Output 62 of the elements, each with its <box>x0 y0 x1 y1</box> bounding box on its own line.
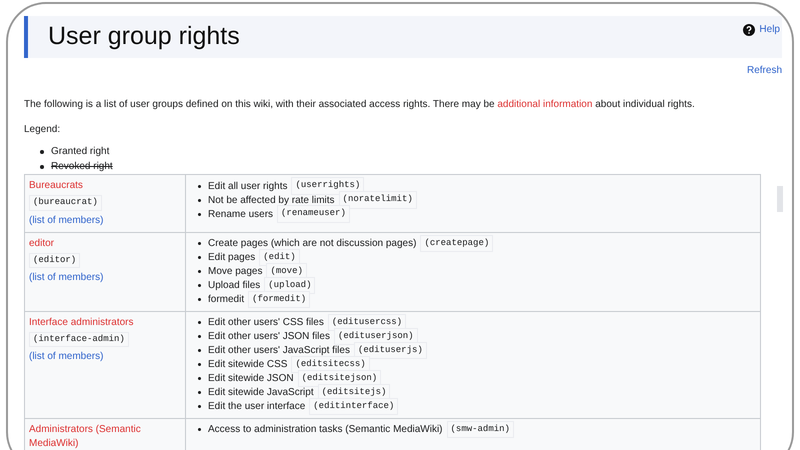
help-icon <box>743 24 756 36</box>
right-text: formedit <box>208 293 244 307</box>
legend-label: Legend: <box>24 123 62 137</box>
group-link[interactable]: Administrators (Semantic MediaWiki) <box>29 422 181 450</box>
page-title: User group rights <box>48 21 240 52</box>
right-text: Edit the user interface <box>208 400 306 414</box>
members-link[interactable]: (list of members) <box>29 212 104 228</box>
refresh-link[interactable]: Refresh <box>746 63 782 78</box>
members-link[interactable]: (list of members) <box>29 270 104 285</box>
right-text: Rename users <box>208 208 274 222</box>
bullet-icon <box>198 363 201 366</box>
right-text: Access to administration tasks (Semantic MediaWiki) <box>208 423 443 437</box>
right-code: (createpage) <box>420 234 494 252</box>
group-code: (interface-admin) <box>29 332 129 347</box>
right-text: Edit other users' CSS files <box>208 316 324 330</box>
bullet-icon <box>198 284 201 287</box>
right-code: (smw-admin) <box>446 420 514 438</box>
bullet-icon <box>198 377 201 380</box>
group-code: (editor) <box>29 252 80 268</box>
legend-item: Revoked right <box>51 160 113 174</box>
legend-item: Granted right <box>51 145 110 159</box>
bullet-icon <box>198 198 201 202</box>
group-link[interactable]: Bureaucrats <box>29 179 83 193</box>
help-link[interactable]: Help <box>743 22 780 37</box>
intro-text: The following is a list of user groups defined on this wiki, with their associated access rights. There may be additional information about individual rights. <box>24 98 696 112</box>
bullet-icon <box>198 349 201 352</box>
group-code: (bureaucrat) <box>29 195 102 210</box>
right-text: Edit sitewide JSON <box>208 372 294 386</box>
right-text: Move pages <box>208 265 262 279</box>
bullet-icon <box>198 242 201 245</box>
right-text: Create pages (which are not discussion pages) <box>208 237 416 251</box>
bullet-icon <box>198 391 201 394</box>
right-code: (formedit) <box>248 290 310 308</box>
right-text: Edit other users' JSON files <box>208 330 330 344</box>
info-link[interactable]: additional information <box>497 99 592 110</box>
bullet-icon <box>198 298 201 301</box>
bullet-icon <box>198 256 201 259</box>
right-code: (userrights) <box>291 177 364 195</box>
right-text: Edit sitewide JavaScript <box>208 386 314 400</box>
bullet-icon <box>40 150 44 154</box>
right-text: Edit all user rights <box>208 180 288 194</box>
right-text: Upload files <box>208 279 260 293</box>
right-code: (editinterface) <box>309 398 398 416</box>
bullet-icon <box>198 405 201 408</box>
bullet-icon <box>198 212 201 216</box>
group-link[interactable]: editor <box>29 236 54 250</box>
right-text: Not be affected by rate limits <box>208 194 335 208</box>
bullet-icon <box>198 184 201 188</box>
bullet-icon <box>198 270 201 273</box>
bullet-icon <box>198 428 201 431</box>
right-code: (renameuser) <box>277 205 350 223</box>
bullet-icon <box>198 321 201 324</box>
group-link[interactable]: Interface administrators <box>29 316 134 330</box>
right-text: Edit other users' JavaScript files <box>208 344 350 358</box>
right-text: Edit sitewide CSS <box>208 358 288 372</box>
right-text: Edit pages <box>208 251 256 265</box>
right-code: (noratelimit) <box>338 191 417 209</box>
bullet-icon <box>198 335 201 338</box>
scrollbar-thumb[interactable] <box>777 186 783 212</box>
bullet-icon <box>40 164 44 168</box>
members-link[interactable]: (list of members) <box>29 349 104 364</box>
right-code: (edituserjs) <box>354 342 427 360</box>
